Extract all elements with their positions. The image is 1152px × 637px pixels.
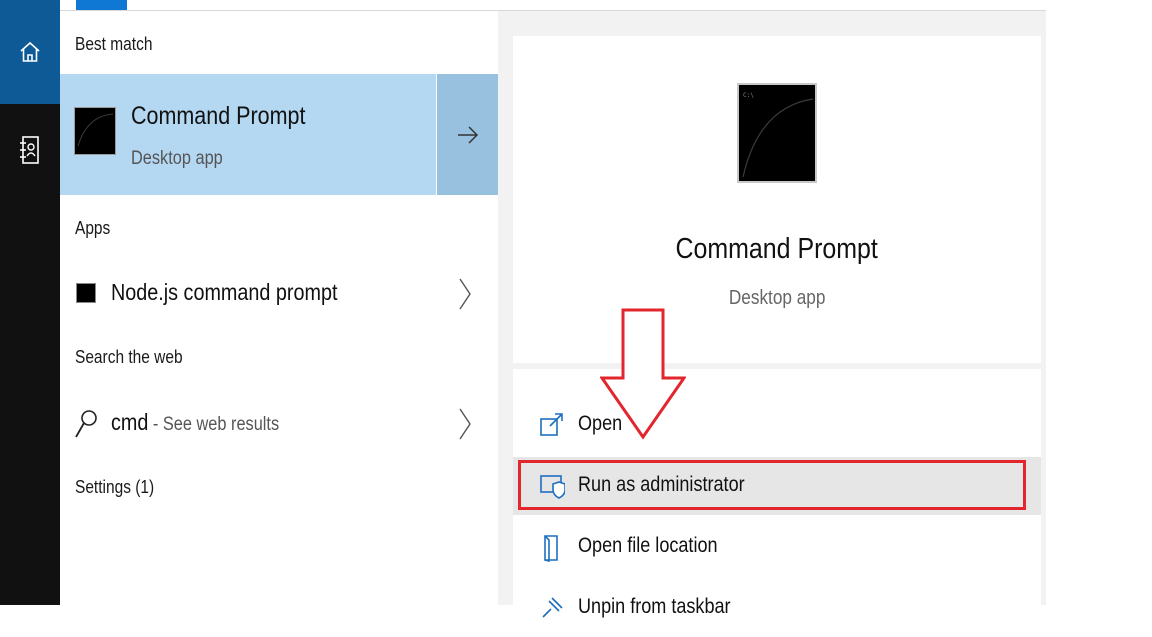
down-arrow-annotation	[600, 308, 686, 440]
details-subtitle: Desktop app	[728, 287, 826, 309]
chevron-right-icon	[459, 408, 471, 440]
highlight-box	[518, 460, 1026, 510]
home-icon	[20, 41, 40, 62]
active-tab-indicator	[76, 0, 127, 10]
home-button[interactable]	[0, 0, 60, 104]
action-open[interactable]: Open	[513, 396, 1041, 454]
details-pane: C:\ Command Prompt Desktop app Open Run …	[498, 11, 1046, 618]
notebook-icon	[20, 136, 39, 164]
search-icon	[75, 410, 97, 438]
unpin-icon	[542, 597, 563, 618]
web-result-cmd[interactable]: cmd - See web results	[60, 401, 498, 447]
best-match-expand-button[interactable]	[437, 74, 498, 195]
actions-list: Open Run as administrator Open file loca…	[513, 369, 1041, 618]
best-match-title: Command Prompt	[131, 102, 306, 130]
left-rail	[0, 0, 60, 605]
search-results-panel: Best match Command Prompt Desktop app Ap…	[60, 0, 498, 605]
app-result-nodejs[interactable]: Node.js command prompt	[60, 271, 498, 317]
apps-heading: Apps	[75, 218, 111, 238]
app-result-label: Node.js command prompt	[111, 279, 338, 305]
command-prompt-icon	[74, 107, 116, 155]
command-prompt-large-icon: C:\	[737, 83, 817, 183]
action-open-file-location-label: Open file location	[578, 534, 718, 557]
web-result-suffix: - See web results	[148, 414, 280, 435]
search-web-heading: Search the web	[75, 347, 183, 367]
action-run-as-administrator[interactable]: Run as administrator	[513, 457, 1041, 515]
best-match-item[interactable]: Command Prompt Desktop app	[60, 74, 436, 195]
action-unpin-label: Unpin from taskbar	[578, 595, 731, 618]
best-match-subtitle: Desktop app	[131, 148, 223, 169]
svg-text:C:\: C:\	[743, 92, 754, 99]
notebook-button[interactable]	[0, 124, 60, 176]
web-query: cmd	[111, 409, 149, 435]
action-unpin-from-taskbar[interactable]: Unpin from taskbar	[513, 579, 1041, 637]
app-preview-card: C:\ Command Prompt Desktop app	[513, 36, 1041, 363]
open-icon	[540, 413, 563, 436]
arrow-right-icon	[457, 125, 478, 144]
settings-heading[interactable]: Settings (1)	[75, 477, 154, 498]
details-title: Command Prompt	[675, 233, 879, 265]
file-location-icon	[544, 535, 558, 562]
chevron-right-icon	[459, 278, 471, 310]
action-open-file-location[interactable]: Open file location	[513, 518, 1041, 576]
best-match-heading: Best match	[75, 34, 153, 54]
nodejs-prompt-icon	[76, 283, 96, 303]
web-result-label: cmd - See web results	[111, 409, 279, 436]
